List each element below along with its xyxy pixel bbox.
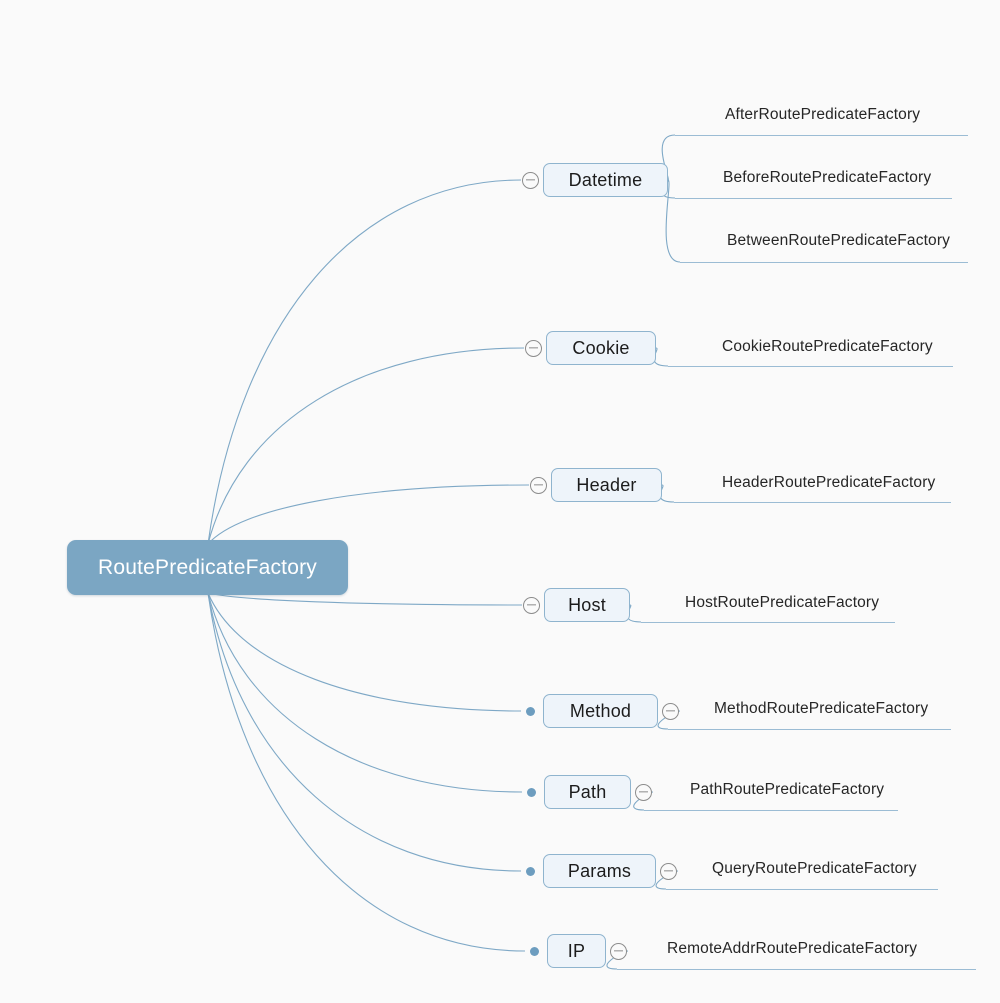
collapse-minus-icon[interactable] <box>660 862 677 880</box>
branch-node-label: Datetime <box>568 169 643 190</box>
branch-node-label: Header <box>576 474 637 495</box>
edge-root-to-ip <box>207 592 526 952</box>
collapse-minus-icon[interactable] <box>662 702 679 720</box>
leaf-underline <box>668 729 951 730</box>
leaf-underline <box>668 366 953 367</box>
branch-node-cookie[interactable]: Cookie <box>546 331 656 365</box>
branch-node-params[interactable]: Params <box>543 854 656 888</box>
edge-cookie-to-child-0 <box>653 347 669 367</box>
edge-root-to-cookie <box>207 347 525 545</box>
leaf-node[interactable]: RemoteAddrRoutePredicateFactory <box>667 940 917 958</box>
collapse-minus-icon[interactable] <box>635 783 652 801</box>
bullet-dot-icon <box>526 866 535 876</box>
branch-node-ip[interactable]: IP <box>547 934 606 968</box>
edge-root-to-method <box>207 592 522 712</box>
branch-node-label: IP <box>567 940 586 961</box>
leaf-node[interactable]: BetweenRoutePredicateFactory <box>727 232 950 250</box>
leaf-underline <box>674 502 951 503</box>
leaf-underline <box>675 198 952 199</box>
leaf-node[interactable]: PathRoutePredicateFactory <box>690 781 884 799</box>
leaf-node[interactable]: HostRoutePredicateFactory <box>685 594 879 612</box>
leaf-node[interactable]: MethodRoutePredicateFactory <box>714 700 928 718</box>
leaf-node[interactable]: BeforeRoutePredicateFactory <box>723 169 931 187</box>
edge-root-to-header <box>207 484 530 545</box>
leaf-underline <box>666 889 938 890</box>
branch-node-host[interactable]: Host <box>544 588 630 622</box>
branch-node-datetime[interactable]: Datetime <box>543 163 668 197</box>
branch-node-label: Method <box>569 700 632 721</box>
branch-node-path[interactable]: Path <box>544 775 631 809</box>
leaf-underline <box>644 810 898 811</box>
root-node-label: RoutePredicateFactory <box>98 555 317 579</box>
leaf-node[interactable]: QueryRoutePredicateFactory <box>712 860 917 878</box>
mindmap-canvas: RoutePredicateFactory Datetime AfterRouteP… <box>0 0 1000 1003</box>
collapse-minus-icon[interactable] <box>522 171 539 189</box>
edge-header-to-child-0 <box>659 484 675 503</box>
branch-node-label: Cookie <box>572 337 630 358</box>
bullet-dot-icon <box>527 787 536 797</box>
leaf-underline <box>675 135 968 136</box>
leaf-node[interactable]: HeaderRoutePredicateFactory <box>722 474 935 492</box>
branch-node-label: Params <box>567 860 632 881</box>
root-node[interactable]: RoutePredicateFactory <box>67 540 348 595</box>
leaf-underline <box>641 622 895 623</box>
collapse-minus-icon[interactable] <box>523 596 540 614</box>
leaf-node[interactable]: AfterRoutePredicateFactory <box>725 106 920 124</box>
leaf-underline <box>680 262 968 263</box>
bullet-dot-icon <box>530 946 539 956</box>
edge-datetime-to-child-2 <box>665 179 681 263</box>
edge-root-to-path <box>207 592 523 793</box>
collapse-minus-icon[interactable] <box>530 476 547 494</box>
branch-node-header[interactable]: Header <box>551 468 662 502</box>
leaf-node[interactable]: CookieRoutePredicateFactory <box>722 338 933 356</box>
bullet-dot-icon <box>526 706 535 716</box>
branch-node-method[interactable]: Method <box>543 694 658 728</box>
collapse-minus-icon[interactable] <box>610 942 627 960</box>
leaf-underline <box>617 969 976 970</box>
collapse-minus-icon[interactable] <box>525 339 542 357</box>
branch-node-label: Host <box>568 594 606 615</box>
edge-root-to-datetime <box>207 179 522 545</box>
branch-node-label: Path <box>568 781 607 802</box>
edge-root-to-params <box>207 592 522 872</box>
